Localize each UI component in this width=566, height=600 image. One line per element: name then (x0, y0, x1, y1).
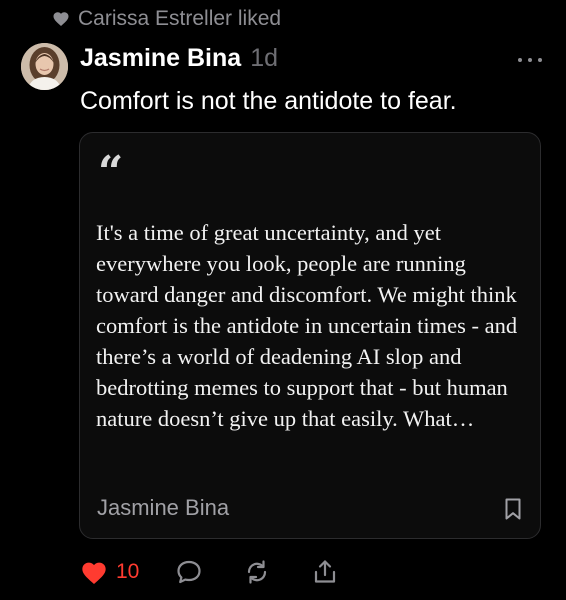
more-horizontal-icon-dot (538, 58, 542, 62)
restack-icon (248, 560, 267, 584)
heart-filled-icon (82, 562, 106, 585)
share-button[interactable] (311, 558, 339, 586)
quote-excerpt: It's a time of great uncertainty, and ye… (96, 220, 518, 431)
post-text: Comfort is not the antidote to fear. (80, 87, 457, 115)
like-button[interactable]: 10 (80, 559, 139, 585)
more-horizontal-icon (518, 58, 522, 62)
avatar[interactable] (21, 43, 68, 90)
post-timestamp: 1d (250, 44, 278, 72)
like-count: 10 (116, 560, 140, 583)
quote-author[interactable]: Jasmine Bina (97, 495, 229, 521)
share-icon (315, 560, 336, 583)
bookmark-icon (505, 498, 521, 520)
bookmark-button[interactable] (504, 497, 522, 521)
more-options-button[interactable] (518, 50, 542, 70)
quote-card[interactable]: “ It's a time of great uncertainty, and … (79, 132, 541, 539)
liked-by-text[interactable]: Carissa Estreller liked (78, 7, 281, 31)
post-actions: 10 (80, 556, 339, 588)
comment-icon (177, 560, 201, 584)
heart-icon (52, 10, 70, 28)
comment-button[interactable] (175, 558, 203, 586)
more-horizontal-icon-dot (528, 58, 532, 62)
post-header: Jasmine Bina 1d (80, 44, 278, 78)
author-name[interactable]: Jasmine Bina (80, 44, 241, 73)
activity-header: Carissa Estreller liked (52, 6, 281, 32)
restack-button[interactable] (243, 558, 271, 586)
quote-mark-icon: “ (98, 147, 124, 198)
